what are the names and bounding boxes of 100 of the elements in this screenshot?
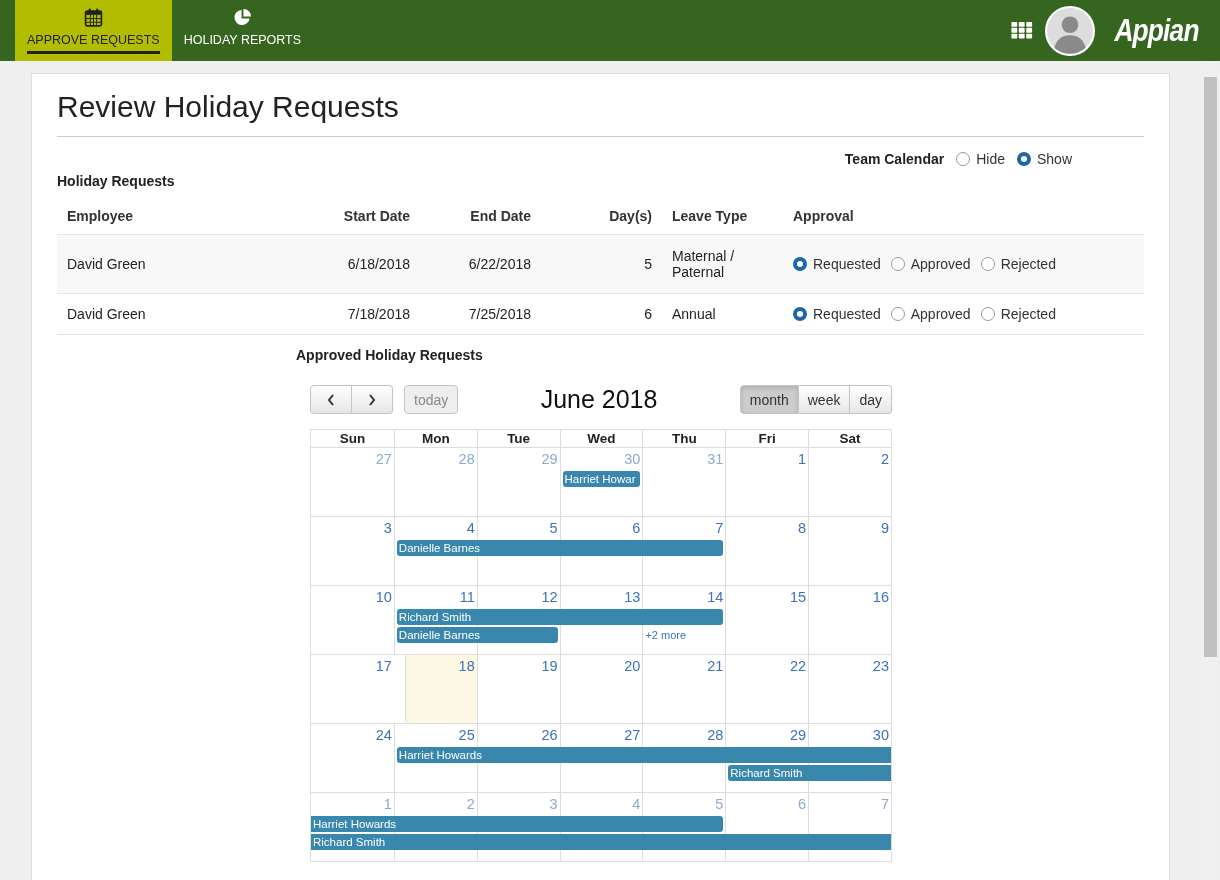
radio-option[interactable]: Show — [1016, 151, 1072, 167]
calendar-event[interactable]: Danielle Barnes — [396, 540, 724, 556]
table-cell-text: David Green — [66, 306, 147, 322]
radio-option[interactable]: Rejected — [980, 306, 1056, 322]
day-number[interactable]: 30 — [872, 724, 891, 746]
weekday-header: Sun — [338, 430, 367, 447]
view-button[interactable]: day — [850, 385, 892, 414]
day-number[interactable]: 13 — [624, 586, 643, 608]
month-title: June 2018 — [539, 385, 659, 414]
team-calendar-label: Team Calendar — [844, 151, 945, 167]
radio-option[interactable]: Approved — [890, 256, 971, 272]
day-number[interactable]: 17 — [375, 655, 394, 677]
apps-grid-icon[interactable] — [1010, 22, 1033, 39]
day-number[interactable]: 2 — [880, 448, 891, 470]
day-number[interactable]: 3 — [383, 517, 394, 539]
radio-icon[interactable] — [793, 257, 807, 271]
radio-option[interactable]: Requested — [793, 306, 881, 322]
previous-button[interactable] — [310, 385, 352, 414]
radio-icon[interactable] — [980, 307, 995, 321]
day-number[interactable]: 8 — [798, 517, 809, 539]
column-header: Approval — [792, 207, 855, 224]
day-number[interactable]: 26 — [541, 724, 560, 746]
app-logo: Appian — [1114, 12, 1199, 49]
calendar-event[interactable]: Danielle Barnes — [396, 627, 558, 643]
nav-tab[interactable]: APPROVE REQUESTS — [15, 0, 172, 61]
nav-tab[interactable]: HOLIDAY REPORTS — [171, 0, 314, 61]
chevron-left-icon — [326, 392, 336, 407]
column-header: Leave Type — [671, 207, 749, 224]
day-number[interactable]: 20 — [624, 655, 643, 677]
avatar-icon[interactable] — [1044, 5, 1095, 56]
day-number[interactable]: 27 — [624, 724, 643, 746]
weekday-header: Sat — [808, 430, 891, 447]
pie-chart-icon — [232, 8, 252, 27]
radio-icon[interactable] — [956, 152, 971, 166]
day-number[interactable]: 14 — [707, 586, 726, 608]
radio-icon[interactable] — [890, 307, 905, 321]
day-number[interactable]: 16 — [872, 586, 891, 608]
calendar-event[interactable]: Harriet Howar — [562, 471, 641, 487]
more-link[interactable]: +2 more — [642, 629, 726, 641]
column-header: Start Date — [342, 207, 411, 224]
chevron-right-icon — [367, 392, 377, 407]
table-cell-text: 6 — [643, 306, 653, 322]
calendar-icon — [83, 8, 103, 27]
radio-icon[interactable] — [1016, 152, 1031, 166]
weekday-header: Fri — [725, 430, 809, 447]
next-button[interactable] — [352, 385, 393, 414]
view-button[interactable]: week — [798, 385, 851, 414]
day-number[interactable]: 23 — [872, 655, 891, 677]
day-number[interactable]: 6 — [632, 517, 643, 539]
day-number[interactable]: 24 — [375, 724, 394, 746]
table-cell-text: 7/18/2018 — [346, 306, 411, 322]
radio-label: Requested — [813, 306, 881, 322]
day-number[interactable]: 9 — [880, 517, 891, 539]
day-number[interactable]: 15 — [790, 586, 809, 608]
day-number[interactable]: 19 — [541, 655, 560, 677]
day-number[interactable]: 7 — [715, 517, 726, 539]
radio-option[interactable]: Requested — [793, 256, 881, 272]
radio-icon[interactable] — [980, 257, 995, 271]
day-number[interactable]: 22 — [790, 655, 809, 677]
page-title: Review Holiday Requests — [57, 90, 1144, 137]
day-number[interactable]: 10 — [375, 586, 394, 608]
radio-label: Hide — [976, 151, 1005, 167]
day-number[interactable]: 4 — [466, 517, 477, 539]
column-header: End Date — [469, 207, 532, 224]
today-button[interactable]: today — [404, 385, 459, 414]
weekday-header: Thu — [642, 430, 726, 447]
day-number[interactable]: 18 — [458, 655, 477, 677]
section-title: Approved Holiday Requests — [296, 347, 484, 363]
calendar-event[interactable]: Richard Smith — [728, 765, 891, 781]
radio-label: Approved — [910, 256, 971, 272]
view-button[interactable]: month — [739, 385, 799, 414]
radio-option[interactable]: Hide — [956, 151, 1005, 167]
day-number[interactable]: 11 — [459, 586, 477, 608]
table-cell-text: Annual — [671, 306, 717, 322]
calendar-event[interactable]: Richard Smith — [396, 609, 724, 625]
calendar-event[interactable]: Harriet Howards — [311, 816, 724, 832]
day-number[interactable]: 21 — [707, 655, 726, 677]
radio-option[interactable]: Approved — [890, 306, 971, 322]
radio-option[interactable]: Rejected — [980, 256, 1056, 272]
radio-icon[interactable] — [890, 257, 905, 271]
day-number[interactable]: 12 — [541, 586, 560, 608]
radio-label: Rejected — [1000, 256, 1056, 272]
calendar-event[interactable]: Richard Smith — [311, 834, 891, 850]
table-cell-text: 7/25/2018 — [467, 306, 532, 322]
day-number[interactable]: 1 — [798, 448, 809, 470]
radio-label: Rejected — [1000, 306, 1056, 322]
radio-icon[interactable] — [793, 307, 807, 321]
section-title: Holiday Requests — [57, 173, 176, 189]
day-number[interactable]: 25 — [458, 724, 477, 746]
radio-label: Show — [1036, 151, 1072, 167]
day-number[interactable]: 28 — [707, 724, 726, 746]
scrollbar-thumb[interactable] — [1204, 77, 1217, 657]
calendar-event[interactable]: Harriet Howards — [396, 747, 891, 763]
radio-label: Approved — [910, 306, 971, 322]
weekday-header: Wed — [559, 430, 643, 447]
table-cell-text: Maternal / Paternal — [671, 248, 736, 280]
day-number[interactable]: 5 — [549, 517, 560, 539]
column-header: Day(s) — [608, 207, 653, 224]
table-cell-text: 5 — [643, 256, 653, 272]
day-number[interactable]: 29 — [790, 724, 809, 746]
